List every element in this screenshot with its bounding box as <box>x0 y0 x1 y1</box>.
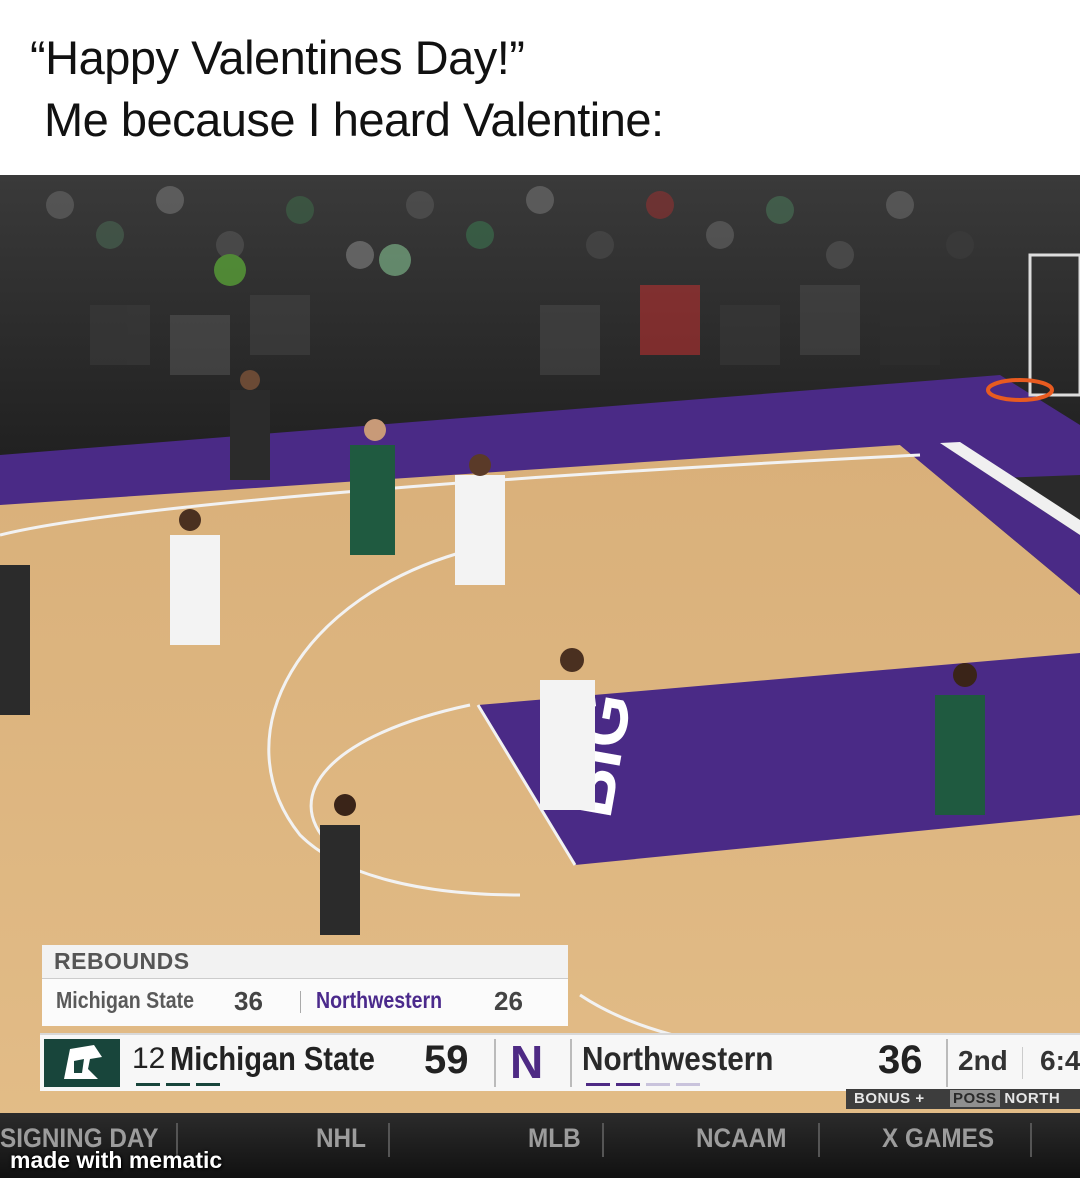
caption-line-2: Me because I heard Valentine: <box>44 93 664 146</box>
score-divider <box>494 1039 496 1087</box>
team-b-score: 36 <box>878 1038 923 1082</box>
team-a-score: 59 <box>424 1038 469 1082</box>
ticker-separator <box>602 1123 604 1157</box>
timeout-indicator <box>676 1083 700 1086</box>
ticker-item: NHL <box>316 1123 366 1153</box>
rebounds-team-a: Michigan State <box>56 987 194 1013</box>
timeout-indicator <box>166 1083 190 1086</box>
mematic-watermark: made with mematic <box>10 1147 223 1173</box>
team-a-rank: 12 <box>132 1042 166 1075</box>
team-a-name: Michigan State <box>170 1040 375 1077</box>
ticker-item: MLB <box>528 1123 581 1153</box>
caption-line-1: “Happy Valentines Day!” <box>30 31 525 84</box>
basketball-photo: BIG REBOUNDS Michigan State 36 Northwest… <box>0 175 1080 1178</box>
score-bug: 12 Michigan State 59 N Northwestern 36 2… <box>40 1033 1080 1091</box>
game-period: 2nd <box>958 1045 1008 1076</box>
bonus-possession-bar: BONUS + POSS NORTH <box>846 1089 1080 1109</box>
score-divider <box>1022 1047 1023 1079</box>
rebounds-graphic: REBOUNDS Michigan State 36 Northwestern … <box>42 945 568 1026</box>
northwestern-logo-icon: N <box>510 1036 544 1088</box>
court-scene-illustration: BIG <box>0 175 1080 1178</box>
ticker-separator <box>1030 1123 1032 1157</box>
timeout-indicator <box>196 1083 220 1086</box>
timeout-indicator <box>136 1083 160 1086</box>
rebounds-team-a-value: 36 <box>234 986 263 1016</box>
rebounds-separator <box>300 991 301 1013</box>
timeout-indicator <box>646 1083 670 1086</box>
rebounds-title: REBOUNDS <box>54 948 190 974</box>
rebounds-team-b: Northwestern <box>316 987 443 1013</box>
possession-indicator: POSS NORTH <box>950 1090 1060 1107</box>
possession-label: POSS <box>950 1090 1000 1107</box>
timeout-indicator <box>616 1083 640 1086</box>
ticker-separator <box>388 1123 390 1157</box>
meme-caption: “Happy Valentines Day!” Me because I hea… <box>0 0 1080 175</box>
rebounds-header: REBOUNDS <box>42 945 568 978</box>
ticker-item: NCAAM <box>696 1123 787 1153</box>
ticker-separator <box>818 1123 820 1157</box>
ticker-item: X GAMES <box>882 1123 995 1153</box>
rebounds-values: Michigan State 36 Northwestern 26 <box>42 978 568 1026</box>
score-divider <box>946 1039 948 1087</box>
rebounds-team-b-value: 26 <box>494 986 523 1016</box>
game-clock: 6:4 <box>1040 1045 1080 1076</box>
possession-team: NORTH <box>1004 1090 1061 1107</box>
team-b-name: Northwestern <box>582 1040 774 1077</box>
timeout-indicator <box>586 1083 610 1086</box>
score-divider <box>570 1039 572 1087</box>
bonus-indicator: BONUS + <box>854 1090 925 1107</box>
spartan-logo-icon <box>44 1039 120 1087</box>
